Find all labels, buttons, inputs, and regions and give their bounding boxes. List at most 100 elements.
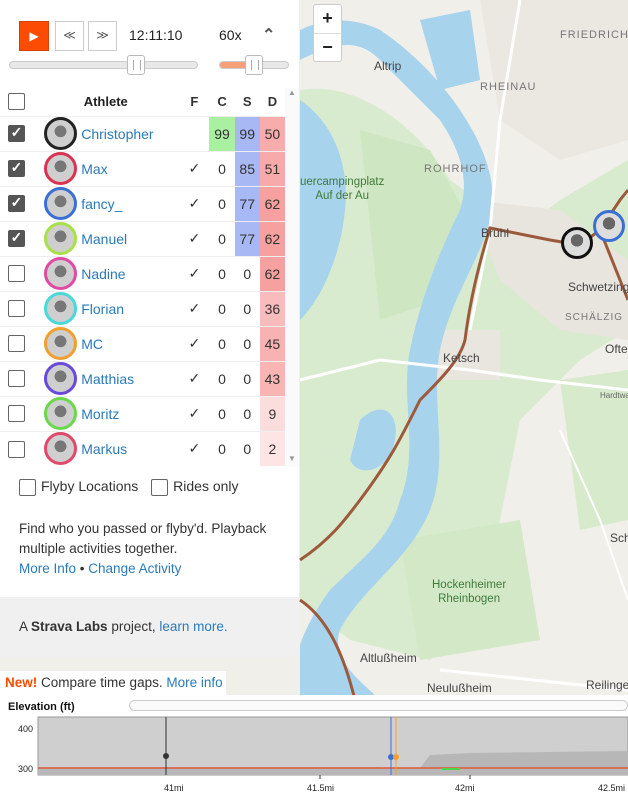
scroll-down-icon[interactable]: ▼ [288, 454, 296, 463]
more-info-link[interactable]: More Info [19, 561, 76, 576]
table-row[interactable]: fancy_ ✓07762 [0, 185, 285, 221]
x-tick-41-5: 41.5mi [307, 783, 335, 793]
table-row[interactable]: Moritz ✓ 0 0 9 [0, 395, 285, 431]
athlete-checkbox[interactable] [7, 405, 25, 423]
athlete-checkbox[interactable] [7, 335, 25, 353]
y-tick-300: 300 [18, 764, 34, 774]
x-tick-42-5: 42.5mi [598, 783, 626, 793]
speed-slider-handle[interactable] [245, 55, 263, 75]
flyby-checkbox[interactable] [19, 478, 36, 496]
map-label-friedrichsfeld: FRIEDRICHS [560, 29, 628, 41]
athlete-name-link[interactable]: Max [81, 161, 107, 177]
athlete-checkbox[interactable] [7, 159, 25, 178]
athlete-name-link[interactable]: MC [81, 336, 103, 352]
select-all-checkbox[interactable] [7, 93, 25, 111]
footer-prefix: A [19, 619, 28, 634]
zoom-in-button[interactable]: + [314, 5, 341, 33]
table-row[interactable]: Markus ✓ 0 0 2 [0, 430, 285, 466]
map-label-sch: Sch [610, 531, 628, 545]
athlete-s-value: 99 [234, 115, 260, 151]
athlete-name-link[interactable]: Christopher [81, 126, 153, 142]
athlete-name-link[interactable]: Florian [81, 301, 124, 317]
table-scrollbar[interactable]: ▲ ▼ [285, 88, 299, 467]
athlete-checkbox[interactable] [7, 370, 25, 388]
athlete-name-link[interactable]: Moritz [81, 406, 119, 422]
table-row[interactable]: MC ✓ 0 0 45 [0, 325, 285, 361]
athlete-d-value: 62 [259, 220, 285, 256]
athlete-name-link[interactable]: fancy_ [81, 196, 122, 212]
athlete-flyby: ✓ [179, 290, 210, 326]
elevation-chart[interactable] [0, 695, 628, 794]
side-panel: ▶ ≪ ≫ 12:11:10 60x ⌃ Athlete F C S D ✓ C… [0, 0, 299, 657]
flyby-option[interactable]: Flyby Locations [19, 478, 139, 496]
athlete-c-value: 0 [209, 360, 235, 396]
map-label-ketsch: Ketsch [443, 351, 480, 365]
athlete-avatar [44, 187, 78, 220]
athlete-checkbox[interactable] [7, 300, 25, 318]
map-label-campsite: uercampingplatz Auf der Au [300, 176, 385, 202]
rides-only-label: Rides only [173, 478, 239, 494]
athlete-flyby: ✓ [179, 220, 210, 256]
timeline-slider[interactable] [9, 55, 198, 75]
rides-only-option[interactable]: Rides only [151, 478, 239, 496]
athlete-avatar [44, 362, 78, 395]
play-button[interactable]: ▶ [19, 21, 49, 51]
athlete-c-value: 0 [209, 220, 235, 256]
footer: A Strava Labs project, learn more. [0, 597, 299, 657]
athlete-flyby: ✓ [179, 150, 210, 186]
change-activity-link[interactable]: Change Activity [88, 561, 181, 576]
athlete-name-link[interactable]: Manuel [81, 231, 127, 247]
rides-only-checkbox[interactable] [151, 478, 169, 496]
map-label-hardtwald: Hardtwa [600, 391, 628, 400]
new-feature-banner: New! Compare time gaps. More info [0, 671, 226, 695]
header-athlete: Athlete [83, 94, 128, 110]
table-row[interactable]: Max ✓08551 [0, 150, 285, 186]
x-tick-42: 42mi [455, 783, 475, 793]
athlete-avatar [44, 397, 78, 430]
athlete-checkbox[interactable] [7, 265, 25, 283]
athlete-c-value: 0 [209, 430, 235, 466]
athlete-flyby: ✓ [179, 185, 210, 221]
description-text: Find who you passed or flyby'd. Playback… [19, 521, 267, 556]
athlete-s-value: 0 [234, 360, 260, 396]
athlete-name-link[interactable]: Markus [81, 441, 127, 457]
banner-more-info-link[interactable]: More info [166, 675, 222, 690]
playback-speed: 60x [219, 27, 242, 43]
learn-more-link[interactable]: learn more. [159, 619, 227, 634]
x-tick-41: 41mi [164, 783, 184, 793]
athlete-s-value: 77 [234, 185, 260, 221]
athlete-checkbox[interactable] [7, 229, 25, 248]
athlete-checkbox[interactable] [7, 440, 25, 458]
athlete-checkbox[interactable] [7, 124, 25, 143]
athlete-flyby: ✓ [179, 430, 210, 466]
athlete-c-value: 0 [209, 255, 235, 291]
table-row[interactable]: Nadine ✓ 0 0 62 [0, 255, 285, 291]
map-label-neulussheim: Neulußheim [427, 681, 492, 695]
scroll-up-icon[interactable]: ▲ [288, 88, 296, 97]
athlete-c-value: 0 [209, 325, 235, 361]
map-athlete-marker-christopher[interactable] [561, 227, 593, 259]
map-athlete-marker-fancy[interactable] [593, 210, 625, 242]
table-row[interactable]: Florian ✓ 0 0 36 [0, 290, 285, 326]
athlete-checkbox[interactable] [7, 194, 25, 213]
flyby-label: Flyby Locations [41, 478, 139, 494]
athlete-d-value: 51 [259, 150, 285, 186]
zoom-out-button[interactable]: − [314, 33, 341, 61]
table-row[interactable]: Christopher999950 [0, 115, 285, 151]
athlete-c-value: 0 [209, 185, 235, 221]
athlete-name-link[interactable]: Matthias [81, 371, 134, 387]
athlete-flyby: ✓ [179, 360, 210, 396]
athlete-avatar [44, 292, 78, 325]
step-forward-button[interactable]: ≫ [88, 21, 117, 51]
athlete-avatar [44, 432, 78, 466]
athlete-flyby [179, 115, 210, 151]
speed-slider[interactable] [219, 55, 289, 75]
collapse-chevron-icon[interactable]: ⌃ [262, 25, 275, 45]
elevation-panel: Elevation (ft) 400 300 41mi 41.5mi 42mi … [0, 695, 628, 794]
athlete-c-value: 0 [209, 290, 235, 326]
athlete-name-link[interactable]: Nadine [81, 266, 125, 282]
table-row[interactable]: Manuel ✓07762 [0, 220, 285, 256]
timeline-slider-handle[interactable] [127, 55, 145, 75]
step-back-button[interactable]: ≪ [55, 21, 84, 51]
table-row[interactable]: Matthias ✓ 0 0 43 [0, 360, 285, 396]
